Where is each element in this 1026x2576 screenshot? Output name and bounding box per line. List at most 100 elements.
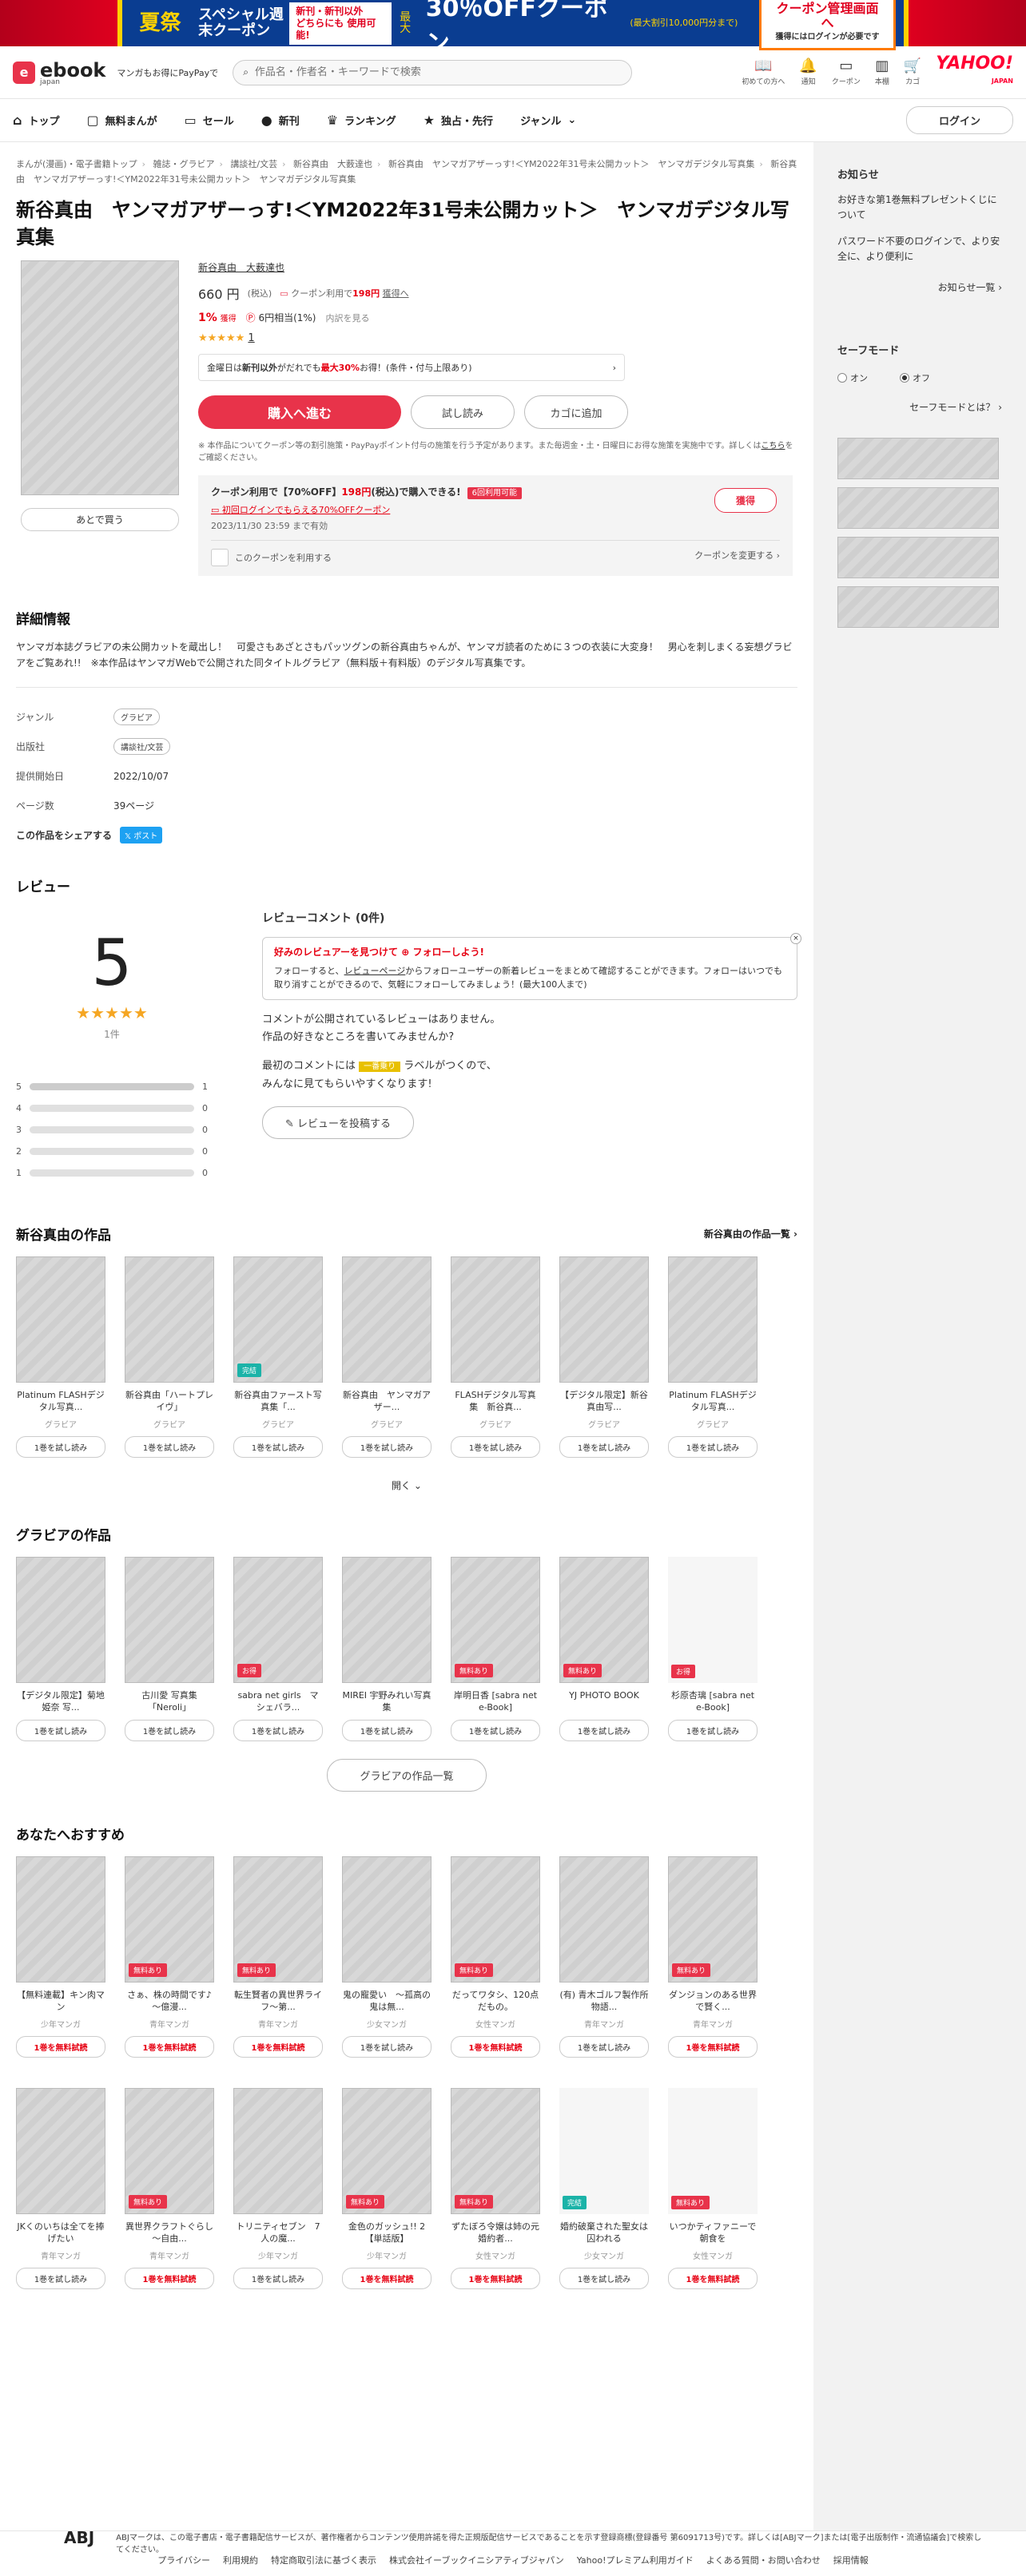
book-cover[interactable] bbox=[16, 1256, 105, 1383]
book-card[interactable]: 無料あり ずたぼろ令嬢は姉の元婚約者... 女性マンガ 1巻を無料試読 bbox=[451, 2088, 540, 2289]
book-cover[interactable] bbox=[125, 1557, 214, 1683]
free-read-button[interactable]: 1巻を無料試読 bbox=[451, 2268, 540, 2289]
book-title[interactable]: MIREI 宇野みれい写真集 bbox=[342, 1689, 431, 1713]
yahoo-logo[interactable]: YAHOO! JAPAN bbox=[936, 54, 1013, 90]
book-title[interactable]: 岸明日香 [sabra net e-Book] bbox=[451, 1689, 540, 1713]
header-notice[interactable]: 🔔 通知 bbox=[799, 58, 817, 86]
news-item[interactable]: パスワード不要のログインで、より安全に、より便利に bbox=[837, 234, 1002, 264]
book-title[interactable]: 杉原杏璃 [sabra net e-Book] bbox=[668, 1689, 758, 1713]
book-title[interactable]: いつかティファニーで朝食を bbox=[668, 2221, 758, 2245]
add-to-cart-button[interactable]: カゴに追加 bbox=[524, 395, 628, 429]
book-title[interactable]: ダンジョンのある世界で賢く... bbox=[668, 1989, 758, 2013]
free-read-button[interactable]: 1巻を無料試読 bbox=[668, 2036, 758, 2058]
search-box[interactable]: ⌕ bbox=[233, 59, 633, 85]
trial-read-button[interactable]: 1巻を試し読み bbox=[233, 1720, 323, 1741]
author-works-all-link[interactable]: 新谷真由の作品一覧 › bbox=[704, 1227, 797, 1240]
side-banner[interactable] bbox=[837, 438, 999, 479]
trial-read-button[interactable]: 1巻を試し読み bbox=[125, 1436, 214, 1458]
footer-link[interactable]: 株式会社イーブックイニシアティブジャパン bbox=[389, 2554, 564, 2576]
book-cover[interactable]: お得 bbox=[233, 1557, 323, 1683]
book-card[interactable]: 古川愛 写真集「Neroli」 1巻を試し読み bbox=[125, 1557, 214, 1741]
book-cover[interactable] bbox=[342, 1856, 431, 1983]
book-cover[interactable]: 無料あり bbox=[451, 1557, 540, 1683]
trial-read-button[interactable]: 1巻を試し読み bbox=[559, 1436, 649, 1458]
book-cover[interactable]: 無料あり bbox=[342, 2088, 431, 2214]
news-item[interactable]: お好きな第1巻無料プレゼントくじについて bbox=[837, 193, 1002, 223]
nav-free[interactable]: ▢ 無料まんが bbox=[86, 113, 157, 128]
book-title[interactable]: 【無料連載】キン肉マン bbox=[16, 1989, 105, 2013]
trial-read-button[interactable]: 1巻を試し読み bbox=[559, 2036, 649, 2058]
book-cover[interactable] bbox=[233, 2088, 323, 2214]
book-card[interactable]: Platinum FLASHデジタル写真... グラビア 1巻を試し読み bbox=[16, 1256, 105, 1458]
book-card[interactable]: 無料あり 岸明日香 [sabra net e-Book] 1巻を試し読み bbox=[451, 1557, 540, 1741]
free-read-button[interactable]: 1巻を無料試読 bbox=[451, 2036, 540, 2058]
rating-stars[interactable]: ★★★★★ 1 bbox=[198, 332, 797, 344]
trial-read-button[interactable]: 1巻を試し読み bbox=[16, 1720, 105, 1741]
book-card[interactable]: 完結 新谷真由ファースト写真集「... グラビア 1巻を試し読み bbox=[233, 1256, 323, 1458]
free-read-button[interactable]: 1巻を無料試読 bbox=[233, 2036, 323, 2058]
trial-read-button[interactable]: 試し読み bbox=[411, 395, 515, 429]
side-banner[interactable] bbox=[837, 537, 999, 578]
book-card[interactable]: 無料あり 転生賢者の異世界ライフ～第... 青年マンガ 1巻を無料試読 bbox=[233, 1856, 323, 2058]
gravure-list-button[interactable]: グラビアの作品一覧 bbox=[327, 1759, 487, 1792]
free-read-button[interactable]: 1巻を無料試読 bbox=[125, 2036, 214, 2058]
breadcrumb-item[interactable]: 新谷真由 大薮達也 bbox=[293, 159, 372, 169]
book-card[interactable]: 【デジタル限定】新谷真由写... グラビア 1巻を試し読み bbox=[559, 1256, 649, 1458]
buy-later-button[interactable]: あとで買う bbox=[21, 508, 179, 531]
genre-chip[interactable]: グラビア bbox=[113, 708, 160, 725]
book-title[interactable]: 転生賢者の異世界ライフ～第... bbox=[233, 1989, 323, 2013]
book-card[interactable]: 無料あり 異世界クラフトぐらし～自由... 青年マンガ 1巻を無料試読 bbox=[125, 2088, 214, 2289]
book-card[interactable]: お得 sabra net girls マシェバラ... 1巻を試し読み bbox=[233, 1557, 323, 1741]
book-card[interactable]: 鬼の寵愛い ～孤高の鬼は無... 少女マンガ 1巻を試し読み bbox=[342, 1856, 431, 2058]
nav-exclusive[interactable]: ★ 独占・先行 bbox=[424, 113, 493, 128]
trial-read-button[interactable]: 1巻を試し読み bbox=[559, 2268, 649, 2289]
book-title[interactable]: 新谷真由「ハートプレイヴ」 bbox=[125, 1389, 214, 1413]
publisher-chip[interactable]: 講談社/文芸 bbox=[113, 738, 171, 755]
footer-link[interactable]: Yahoo!プレミアム利用ガイド bbox=[577, 2554, 694, 2576]
book-card[interactable]: 完結 婚約破棄された聖女は囚われる 少女マンガ 1巻を試し読み bbox=[559, 2088, 649, 2289]
footer-link[interactable]: 採用情報 bbox=[833, 2554, 869, 2576]
book-card[interactable]: お得 杉原杏璃 [sabra net e-Book] 1巻を試し読み bbox=[668, 1557, 758, 1741]
trial-read-button[interactable]: 1巻を試し読み bbox=[125, 1720, 214, 1741]
campaign-banner[interactable]: 夏祭 スペシャル週末クーポン 新刊・新刊以外 どちらにも 使用可能! 最大 30％… bbox=[0, 0, 1026, 58]
book-cover[interactable]: 無料あり bbox=[125, 2088, 214, 2214]
search-input[interactable] bbox=[254, 66, 622, 78]
book-title[interactable]: 異世界クラフトぐらし～自由... bbox=[125, 2221, 214, 2245]
author-link[interactable]: 新谷真由 大薮達也 bbox=[198, 260, 797, 274]
side-banner[interactable] bbox=[837, 586, 999, 628]
coupon-manage-button[interactable]: クーポン管理画面へ 獲得にはログインが必要です bbox=[759, 0, 896, 50]
book-cover[interactable] bbox=[451, 1256, 540, 1383]
safe-mode-off-radio[interactable]: オフ bbox=[900, 371, 930, 384]
book-card[interactable]: 無料あり さぁ、株の時間です♪ ～億漫... 青年マンガ 1巻を無料試読 bbox=[125, 1856, 214, 2058]
book-cover[interactable]: 完結 bbox=[233, 1256, 323, 1383]
book-card[interactable]: 【デジタル限定】菊地姫奈 写... 1巻を試し読み bbox=[16, 1557, 105, 1741]
friday-promo[interactable]: 金曜日は新刊以外がだれでも最大30%お得！(条件・付与上限あり) › bbox=[198, 354, 625, 381]
book-card[interactable]: 無料あり 金色のガッシュ!! 2【単話版】 少年マンガ 1巻を無料試読 bbox=[342, 2088, 431, 2289]
book-card[interactable]: Platinum FLASHデジタル写真... グラビア 1巻を試し読み bbox=[668, 1256, 758, 1458]
trial-read-button[interactable]: 1巻を試し読み bbox=[16, 2268, 105, 2289]
product-cover[interactable] bbox=[21, 260, 179, 495]
book-cover[interactable] bbox=[16, 2088, 105, 2214]
book-title[interactable]: トリニティセブン 7人の魔... bbox=[233, 2221, 323, 2245]
book-cover[interactable] bbox=[125, 1256, 214, 1383]
free-read-button[interactable]: 1巻を無料試読 bbox=[125, 2268, 214, 2289]
trial-read-button[interactable]: 1巻を試し読み bbox=[342, 1436, 431, 1458]
review-page-link[interactable]: レビューページ bbox=[344, 966, 406, 976]
book-card[interactable]: 無料あり YJ PHOTO BOOK 1巻を試し読み bbox=[559, 1557, 649, 1741]
book-title[interactable]: (有) 青木ゴルフ製作所物語... bbox=[559, 1989, 649, 2013]
book-cover[interactable]: 無料あり bbox=[233, 1856, 323, 1983]
book-card[interactable]: 【無料連載】キン肉マン 少年マンガ 1巻を無料試読 bbox=[16, 1856, 105, 2058]
book-card[interactable]: 無料あり ダンジョンのある世界で賢く... 青年マンガ 1巻を無料試読 bbox=[668, 1856, 758, 2058]
trial-read-button[interactable]: 1巻を試し読み bbox=[668, 1436, 758, 1458]
book-cover[interactable] bbox=[668, 1256, 758, 1383]
book-cover[interactable]: 無料あり bbox=[668, 2088, 758, 2214]
book-title[interactable]: さぁ、株の時間です♪ ～億漫... bbox=[125, 1989, 214, 2013]
expand-link[interactable]: 開く ⌄ bbox=[16, 1479, 797, 1492]
book-card[interactable]: JKくのいちは全てを捧げたい 青年マンガ 1巻を試し読み bbox=[16, 2088, 105, 2289]
trial-read-button[interactable]: 1巻を試し読み bbox=[233, 2268, 323, 2289]
coupon-get-link[interactable]: 獲得へ bbox=[383, 288, 409, 299]
header-guide[interactable]: 📖 初めての方へ bbox=[742, 58, 785, 86]
book-cover[interactable]: 無料あり bbox=[451, 2088, 540, 2214]
side-banner[interactable] bbox=[837, 487, 999, 529]
free-read-button[interactable]: 1巻を無料試読 bbox=[342, 2268, 431, 2289]
